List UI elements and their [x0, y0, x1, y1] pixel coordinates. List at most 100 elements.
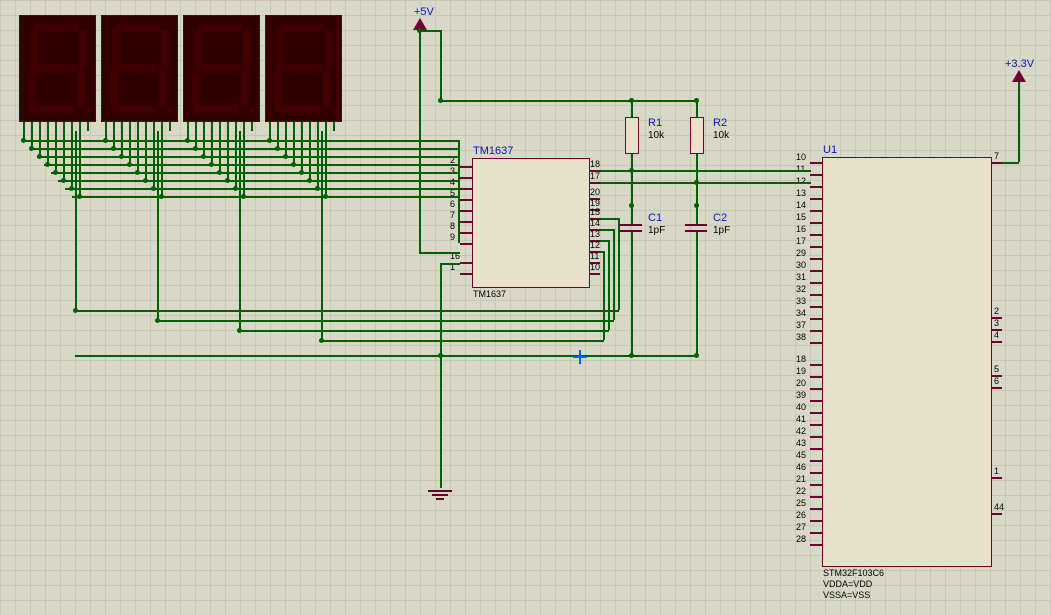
u1-pin-PB8[interactable]	[810, 460, 822, 462]
u1-pin-PA3[interactable]	[810, 198, 822, 200]
u1-pinnum-2: 2	[994, 306, 999, 316]
u1-pin-PB9[interactable]	[810, 472, 822, 474]
u1-chip[interactable]: U1 STM32F103C6 VDDA=VDD VSSA=VSS	[822, 157, 992, 567]
u1-pinnum-13: 13	[796, 188, 806, 198]
seven-seg-4	[265, 15, 342, 122]
tm1637-pin-SG8/KS8[interactable]	[460, 243, 472, 245]
tm1637-pin-SG3/KS3[interactable]	[460, 188, 472, 190]
u1-pin-PB14[interactable]	[810, 532, 822, 534]
u1-pinnum-11: 11	[796, 164, 805, 174]
u1-pinnum-3: 3	[994, 318, 999, 328]
u1-pin-PA2[interactable]	[810, 186, 822, 188]
u1-pin-PB11[interactable]	[810, 496, 822, 498]
u1-pin-PA8[interactable]	[810, 258, 822, 260]
tm1637-pin-GND[interactable]	[460, 273, 472, 275]
u1-pin-PB4[interactable]	[810, 412, 822, 414]
tm1637-pinnum-7: 7	[450, 210, 455, 220]
u1-pinnum-29: 29	[796, 248, 806, 258]
cap-c1-top	[620, 224, 642, 226]
u1-pinnum-40: 40	[796, 402, 806, 412]
u1-pinnum-16: 16	[796, 224, 806, 234]
u1-pinnum-22: 22	[796, 486, 806, 496]
u1-pin-PB13[interactable]	[810, 520, 822, 522]
u1-pin-PB7[interactable]	[810, 448, 822, 450]
u1-pinnum-17: 17	[796, 236, 806, 246]
tm1637-pinnum-18: 18	[590, 159, 600, 169]
tm1637-pinnum-4: 4	[450, 177, 455, 187]
tm1637-pin-SG5/KS5[interactable]	[460, 210, 472, 212]
u1-pin-PB0[interactable]	[810, 364, 822, 366]
u1-pin-PB3[interactable]	[810, 400, 822, 402]
power-3v3-label: +3.3V	[1005, 58, 1034, 70]
r1-val: 10k	[648, 130, 664, 141]
r2-ref: R2	[713, 117, 727, 129]
u1-pinnum-18: 18	[796, 354, 806, 364]
tm1637-pin-SG4/KS4[interactable]	[460, 199, 472, 201]
tm1637-pin-VDD[interactable]	[460, 262, 472, 264]
u1-ref: U1	[823, 144, 837, 156]
tm1637-pin-SG1/KS1[interactable]	[460, 166, 472, 168]
u1-pin-PA14[interactable]	[810, 330, 822, 332]
u1-pin-PA1[interactable]	[810, 174, 822, 176]
tm1637-pinnum-12: 12	[590, 240, 600, 250]
u1-pin-PB12[interactable]	[810, 508, 822, 510]
u1-pinnum-30: 30	[796, 260, 806, 270]
tm1637-pinnum-20: 20	[590, 187, 600, 197]
u1-pinnum-33: 33	[796, 296, 806, 306]
u1-pin-PA4[interactable]	[810, 210, 822, 212]
tm1637-pinnum-15: 15	[590, 207, 600, 217]
u1-pin-PB5[interactable]	[810, 424, 822, 426]
r1-ref: R1	[648, 117, 662, 129]
tm1637-pin-SG7/KS7[interactable]	[460, 232, 472, 234]
tm1637-pinnum-17: 17	[590, 171, 600, 181]
u1-pinnum-46: 46	[796, 462, 806, 472]
c2-val: 1pF	[713, 225, 730, 236]
tm1637-chip[interactable]: TM1637 TM1637	[472, 158, 590, 288]
power-5v-label: +5V	[414, 6, 434, 18]
u1-pin-PA6[interactable]	[810, 234, 822, 236]
seven-seg-3	[183, 15, 260, 122]
cap-c1-bot	[620, 230, 642, 232]
u1-pin-PA12[interactable]	[810, 306, 822, 308]
u1-pin-PA7[interactable]	[810, 246, 822, 248]
u1-pin-PA5[interactable]	[810, 222, 822, 224]
u1-pin-PB2[interactable]	[810, 388, 822, 390]
resistor-r2[interactable]	[690, 117, 704, 154]
u1-pin-PB10[interactable]	[810, 484, 822, 486]
u1-pin-PA0-WKUP[interactable]	[810, 162, 822, 164]
resistor-r1[interactable]	[625, 117, 639, 154]
u1-pin-PA13[interactable]	[810, 318, 822, 320]
power-3v3-arrow	[1012, 70, 1026, 82]
u1-pinnum-43: 43	[796, 438, 806, 448]
u1-pinnum-12: 12	[796, 176, 806, 186]
u1-pin-PA11[interactable]	[810, 294, 822, 296]
tm1637-pin-SG6/KS6[interactable]	[460, 221, 472, 223]
u1-pin-PB15[interactable]	[810, 544, 822, 546]
u1-note1: VDDA=VDD	[823, 579, 872, 589]
c2-ref: C2	[713, 212, 727, 224]
cap-c2-bot	[685, 230, 707, 232]
u1-pinnum-41: 41	[796, 414, 806, 424]
u1-pinnum-6: 6	[994, 376, 999, 386]
c1-ref: C1	[648, 212, 662, 224]
tm1637-pinnum-13: 13	[590, 229, 600, 239]
u1-pin-PA10[interactable]	[810, 282, 822, 284]
tm1637-pinnum-6: 6	[450, 199, 455, 209]
u1-pinnum-27: 27	[796, 522, 806, 532]
tm1637-pinnum-3: 3	[450, 166, 455, 176]
u1-pinnum-31: 31	[796, 272, 806, 282]
u1-pin-PA15[interactable]	[810, 342, 822, 344]
u1-pinnum-21: 21	[796, 474, 806, 484]
u1-part: STM32F103C6	[823, 568, 884, 578]
seven-seg-1	[19, 15, 96, 122]
tm1637-pin-SG2/KS2[interactable]	[460, 177, 472, 179]
u1-pinnum-10: 10	[796, 152, 806, 162]
u1-pinnum-4: 4	[994, 330, 999, 340]
u1-pin-PB6[interactable]	[810, 436, 822, 438]
c1-val: 1pF	[648, 225, 665, 236]
u1-pinnum-44: 44	[994, 502, 1004, 512]
u1-pin-PB1[interactable]	[810, 376, 822, 378]
seven-seg-2	[101, 15, 178, 122]
u1-pin-PA9[interactable]	[810, 270, 822, 272]
u1-pinnum-5: 5	[994, 364, 999, 374]
